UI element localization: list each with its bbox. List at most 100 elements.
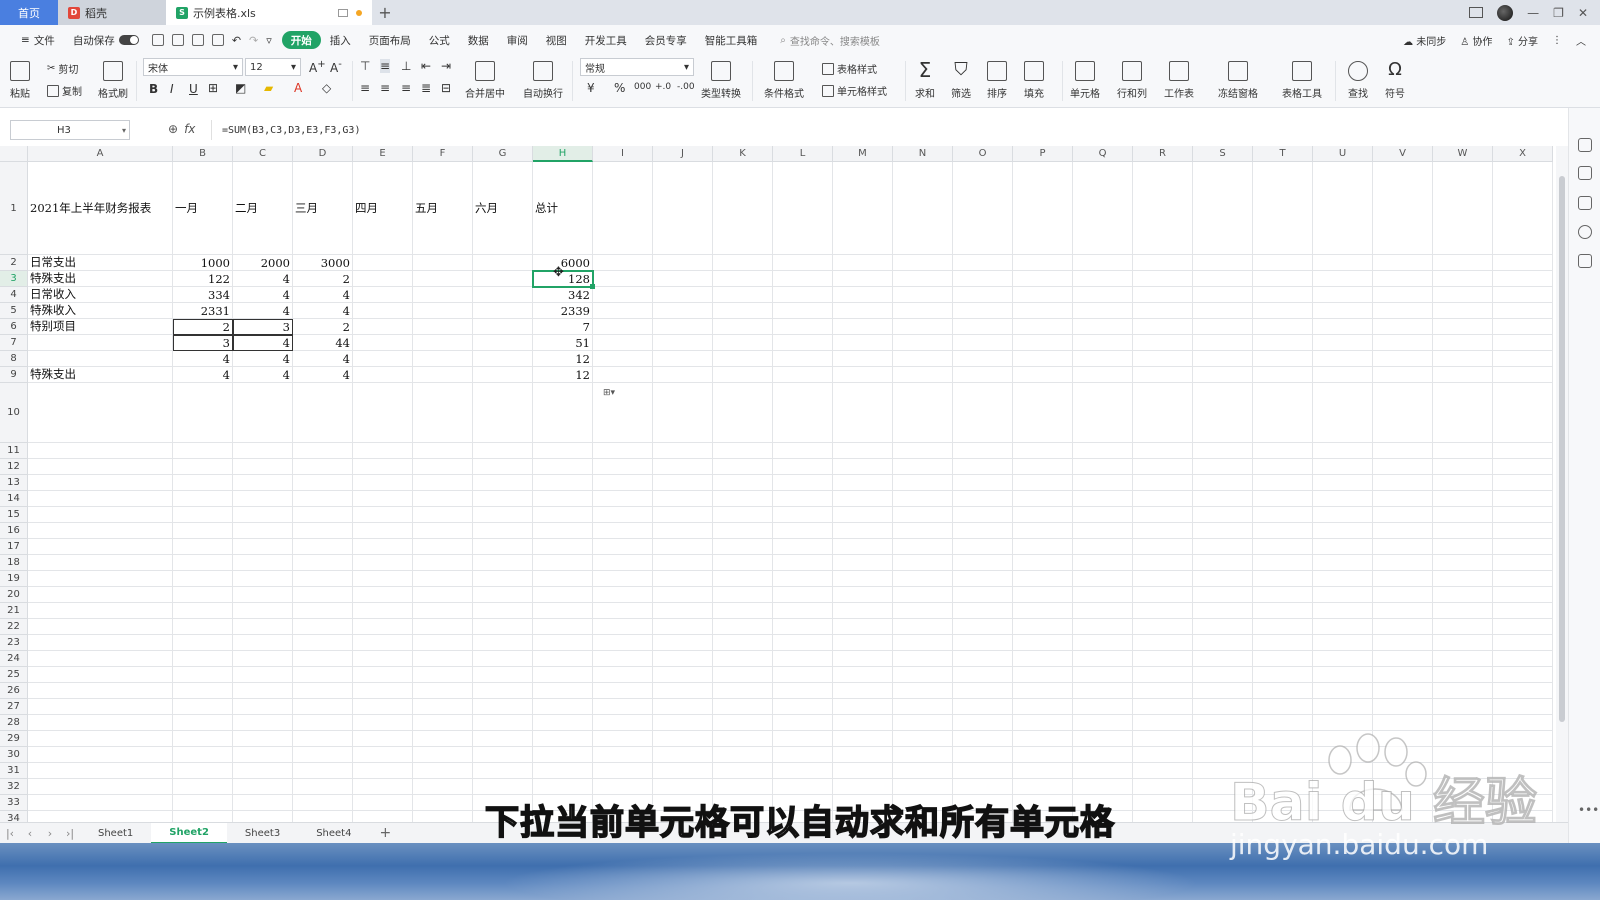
cell-P17[interactable] [1013,539,1073,555]
cell-K8[interactable] [713,351,773,367]
cell-J8[interactable] [653,351,713,367]
cell-V15[interactable] [1373,507,1433,523]
cell-P2[interactable] [1013,255,1073,271]
cell-O9[interactable] [953,367,1013,383]
cell-Q30[interactable] [1073,747,1133,763]
cell-O22[interactable] [953,619,1013,635]
cell-G18[interactable] [473,555,533,571]
cell-K17[interactable] [713,539,773,555]
cell-T1[interactable] [1253,162,1313,255]
column-header-B[interactable]: B [173,146,233,162]
cell-F11[interactable] [413,443,473,459]
cell-K22[interactable] [713,619,773,635]
cell-M1[interactable] [833,162,893,255]
cell-N3[interactable] [893,271,953,287]
cell-J13[interactable] [653,475,713,491]
cell-Q6[interactable] [1073,319,1133,335]
cell-N16[interactable] [893,523,953,539]
cell-G3[interactable] [473,271,533,287]
cell-K20[interactable] [713,587,773,603]
column-header-U[interactable]: U [1313,146,1373,162]
cell-G21[interactable] [473,603,533,619]
column-header-L[interactable]: L [773,146,833,162]
cell-U15[interactable] [1313,507,1373,523]
crop-icon[interactable] [1578,196,1592,210]
cell-L7[interactable] [773,335,833,351]
settings-sliders-icon[interactable] [1578,166,1592,180]
cell-X22[interactable] [1493,619,1553,635]
cell-A7[interactable] [28,335,173,351]
cell-H23[interactable] [533,635,593,651]
cell-O15[interactable] [953,507,1013,523]
cell-X13[interactable] [1493,475,1553,491]
cell-L23[interactable] [773,635,833,651]
cell-Q2[interactable] [1073,255,1133,271]
cell-W9[interactable] [1433,367,1493,383]
cell-T12[interactable] [1253,459,1313,475]
cell-A9[interactable]: 特殊支出 [28,367,173,383]
cell-U21[interactable] [1313,603,1373,619]
cell-X2[interactable] [1493,255,1553,271]
cell-M21[interactable] [833,603,893,619]
cell-A31[interactable] [28,763,173,779]
cell-T3[interactable] [1253,271,1313,287]
cell-S25[interactable] [1193,667,1253,683]
column-header-Q[interactable]: Q [1073,146,1133,162]
cell-A28[interactable] [28,715,173,731]
cell-D10[interactable] [293,383,353,443]
name-box[interactable]: H3 ▾ [10,120,130,140]
cell-C13[interactable] [233,475,293,491]
cell-V4[interactable] [1373,287,1433,303]
row-header-5[interactable]: 5 [0,303,28,319]
cell-N30[interactable] [893,747,953,763]
cell-D20[interactable] [293,587,353,603]
cell-M26[interactable] [833,683,893,699]
cell-P5[interactable] [1013,303,1073,319]
cell-Q25[interactable] [1073,667,1133,683]
cell-I30[interactable] [593,747,653,763]
row-header-27[interactable]: 27 [0,699,28,715]
cell-G4[interactable] [473,287,533,303]
cell-Q21[interactable] [1073,603,1133,619]
cell-D23[interactable] [293,635,353,651]
cell-D14[interactable] [293,491,353,507]
cell-D8[interactable]: 4 [293,351,353,367]
cell-R7[interactable] [1133,335,1193,351]
cell-H12[interactable] [533,459,593,475]
cell-K23[interactable] [713,635,773,651]
cell-H31[interactable] [533,763,593,779]
new-tab-button[interactable]: + [372,0,398,25]
cell-S23[interactable] [1193,635,1253,651]
cell-F32[interactable] [413,779,473,795]
cell-V22[interactable] [1373,619,1433,635]
cell-J16[interactable] [653,523,713,539]
cell-P8[interactable] [1013,351,1073,367]
cell-G14[interactable] [473,491,533,507]
row-header-3[interactable]: 3 [0,271,28,287]
cell-P27[interactable] [1013,699,1073,715]
filter-button[interactable]: ⛉ 筛选 [951,61,971,101]
cell-M12[interactable] [833,459,893,475]
quick-analysis-button[interactable]: ⊞▾ [597,386,621,400]
cell-E30[interactable] [353,747,413,763]
cell-H4[interactable]: 342 [533,287,593,303]
cell-B32[interactable] [173,779,233,795]
cell-A30[interactable] [28,747,173,763]
cell-F27[interactable] [413,699,473,715]
cell-X16[interactable] [1493,523,1553,539]
cell-A15[interactable] [28,507,173,523]
cell-R32[interactable] [1133,779,1193,795]
cell-P4[interactable] [1013,287,1073,303]
cell-I8[interactable] [593,351,653,367]
cell-K19[interactable] [713,571,773,587]
column-header-G[interactable]: G [473,146,533,162]
collapse-ribbon-icon[interactable]: ︿ [1576,33,1586,48]
cell-C12[interactable] [233,459,293,475]
column-header-A[interactable]: A [28,146,173,162]
cell-W11[interactable] [1433,443,1493,459]
cell-O30[interactable] [953,747,1013,763]
print-preview-icon[interactable] [211,34,224,46]
cell-A23[interactable] [28,635,173,651]
cell-C14[interactable] [233,491,293,507]
cell-L28[interactable] [773,715,833,731]
